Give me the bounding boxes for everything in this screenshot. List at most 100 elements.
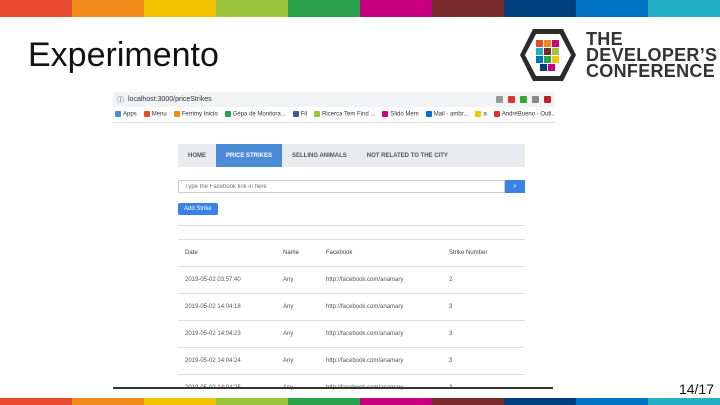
stripe-segment bbox=[0, 0, 72, 17]
bookmark-label: a bbox=[483, 111, 487, 118]
cell-facebook: http://facebook.com/anamary bbox=[319, 347, 442, 375]
bookmark-icon bbox=[475, 111, 482, 118]
divider bbox=[178, 225, 525, 226]
browser-screenshot: ⓘ localhost:3000/priceStrikes Apps Menu Fe… bbox=[113, 92, 555, 390]
cell-date: 2019-05-02 14:04:23 bbox=[178, 320, 276, 348]
strikes-table: Date Name Facebook Strike Number 2019-05… bbox=[178, 239, 525, 390]
bookmark-label: AndréBueno - Outl... bbox=[501, 111, 555, 118]
stripe-segment bbox=[576, 398, 648, 405]
bookmark-item[interactable]: Apps bbox=[115, 111, 137, 118]
extension-icons bbox=[496, 96, 551, 103]
bookmark-label: Ferrimy Inicio bbox=[181, 111, 218, 118]
bookmark-icon bbox=[143, 111, 150, 118]
facebook-link-input[interactable] bbox=[178, 180, 505, 193]
bookmark-label: Mail - ambr... bbox=[433, 111, 469, 118]
top-color-stripe bbox=[0, 0, 720, 17]
star-icon[interactable] bbox=[496, 96, 503, 103]
bookmark-item[interactable]: Gépa de Monitora... bbox=[224, 111, 286, 118]
stripe-segment bbox=[72, 0, 144, 17]
bookmark-item[interactable]: Mail - ambr... bbox=[425, 111, 469, 118]
extension-icon[interactable] bbox=[520, 96, 527, 103]
cell-strike: 3 bbox=[442, 347, 525, 375]
search-icon: ⌕ bbox=[513, 182, 517, 190]
extension-icon[interactable] bbox=[508, 96, 515, 103]
stripe-segment bbox=[648, 0, 720, 17]
cell-name: Any bbox=[276, 347, 319, 375]
bookmark-item[interactable]: Slido Mem bbox=[382, 111, 419, 118]
add-strike-button[interactable]: Add Strike bbox=[178, 203, 218, 215]
bottom-color-stripe bbox=[0, 398, 720, 405]
bookmark-icon bbox=[115, 111, 121, 118]
cell-facebook: http://facebook.com/anamary bbox=[319, 266, 442, 294]
cell-strike: 3 bbox=[442, 293, 525, 321]
tab-selling-animals[interactable]: SELLING ANIMALS bbox=[282, 144, 357, 167]
bookmark-icon bbox=[382, 111, 389, 118]
bookmark-label: Ricerca Tem Find ... bbox=[322, 111, 376, 118]
cell-name: Any bbox=[276, 320, 319, 348]
stripe-segment bbox=[432, 0, 504, 17]
bookmark-item[interactable]: Menu bbox=[143, 111, 167, 118]
search-button[interactable]: ⌕ bbox=[505, 180, 525, 193]
tab-price-strikes[interactable]: PRICE STRIKES bbox=[216, 144, 282, 167]
cell-facebook: http://facebook.com/anamary bbox=[319, 320, 442, 348]
stripe-segment bbox=[648, 398, 720, 405]
nav-bar: HOME PRICE STRIKES SELLING ANIMALS NOT R… bbox=[178, 144, 525, 167]
app-content: HOME PRICE STRIKES SELLING ANIMALS NOT R… bbox=[178, 144, 525, 390]
bookmark-item[interactable]: Ferrimy Inicio bbox=[173, 111, 218, 118]
column-header-facebook: Facebook bbox=[319, 239, 442, 267]
cell-date: 2019-05-02 03:57:40 bbox=[178, 266, 276, 294]
tab-not-related[interactable]: NOT RELATED TO THE CITY bbox=[357, 144, 458, 167]
stripe-segment bbox=[0, 398, 72, 405]
cell-name: Any bbox=[276, 293, 319, 321]
bookmark-icon bbox=[173, 111, 180, 118]
stripe-segment bbox=[504, 398, 576, 405]
search-row: ⌕ bbox=[178, 180, 525, 193]
logo-line-3: CONFERENCE bbox=[586, 61, 716, 81]
stripe-segment bbox=[360, 0, 432, 17]
logo-text: THE DEVELOPER’S CONFERENCE bbox=[586, 30, 717, 81]
browser-toolbar: ⓘ localhost:3000/priceStrikes bbox=[113, 92, 555, 107]
bookmark-label: Apps bbox=[123, 111, 137, 118]
stripe-segment bbox=[288, 398, 360, 405]
stripe-segment bbox=[288, 0, 360, 17]
tab-home[interactable]: HOME bbox=[178, 144, 216, 167]
bookmark-label: Fil bbox=[300, 111, 308, 118]
bookmark-item[interactable]: a bbox=[475, 111, 487, 118]
bookmark-item[interactable]: Fil bbox=[292, 111, 308, 118]
table-row: 2019-05-02 14:04:24 Any http://facebook.co… bbox=[178, 347, 525, 375]
page-number: 14/17 bbox=[678, 381, 714, 397]
conference-logo: THE DEVELOPER’S CONFERENCE bbox=[518, 27, 717, 83]
stripe-segment bbox=[576, 0, 648, 17]
screenshot-bottom-border bbox=[113, 387, 553, 389]
bookmark-item[interactable]: AndréBueno - Outl... bbox=[493, 111, 555, 118]
stripe-segment bbox=[72, 398, 144, 405]
cell-facebook: http://facebook.com/anamary bbox=[319, 293, 442, 321]
bookmark-icon bbox=[493, 111, 500, 118]
bookmarks-bar: Apps Menu Ferrimy Inicio Gépa de Monitora..… bbox=[113, 107, 555, 123]
cell-name: Any bbox=[276, 266, 319, 294]
stripe-segment bbox=[216, 398, 288, 405]
extension-icon[interactable] bbox=[544, 96, 551, 103]
table-row: 2019-05-02 03:57:40 Any http://facebook.co… bbox=[178, 266, 525, 294]
cube-logo-icon bbox=[520, 29, 576, 81]
column-header-name: Name bbox=[276, 239, 319, 267]
stripe-segment bbox=[144, 398, 216, 405]
table-header-row: Date Name Facebook Strike Number bbox=[178, 239, 525, 267]
column-header-date: Date bbox=[178, 239, 276, 267]
bookmark-label: Gépa de Monitora... bbox=[232, 111, 286, 118]
bookmark-icon bbox=[224, 111, 231, 118]
cell-date: 2019-05-02 14:04:24 bbox=[178, 347, 276, 375]
bookmark-label: Menu bbox=[151, 111, 167, 118]
stripe-segment bbox=[360, 398, 432, 405]
cell-strike: 3 bbox=[442, 320, 525, 348]
lock-icon: ⓘ bbox=[117, 96, 124, 104]
table-row: 2019-05-02 14:04:23 Any http://facebook.co… bbox=[178, 320, 525, 348]
bookmark-item[interactable]: Ricerca Tem Find ... bbox=[314, 111, 375, 118]
column-header-strike-number: Strike Number bbox=[442, 239, 525, 267]
extension-icon[interactable] bbox=[532, 96, 539, 103]
table-row: 2019-05-02 14:04:18 Any http://facebook.co… bbox=[178, 293, 525, 321]
bookmark-label: Slido Mem bbox=[390, 111, 419, 118]
cell-date: 2019-05-02 14:04:18 bbox=[178, 293, 276, 321]
address-bar[interactable]: localhost:3000/priceStrikes bbox=[128, 96, 496, 103]
slide-title: Experimento bbox=[28, 36, 219, 74]
